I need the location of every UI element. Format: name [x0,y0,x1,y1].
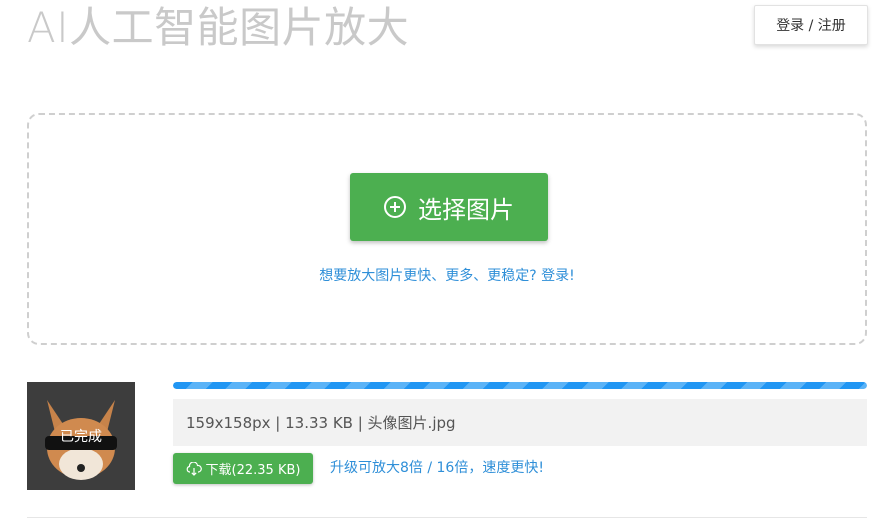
download-button[interactable]: 下载(22.35 KB) [173,453,313,484]
upgrade-link[interactable]: 升级可放大8倍 / 16倍，速度更快! [330,453,544,484]
file-info: 159x158px | 13.33 KB | 头像图片.jpg [173,399,867,446]
progress-fill [173,382,867,389]
image-thumbnail[interactable]: 已完成 [27,382,135,490]
login-hint-link[interactable]: 想要放大图片更快、更多、更稳定? 登录! [29,265,865,285]
divider [27,517,867,518]
select-image-button[interactable]: 选择图片 [350,173,548,241]
login-register-button[interactable]: 登录 / 注册 [754,5,868,45]
result-item: 已完成 159x158px | 13.33 KB | 头像图片.jpg 下载(2… [27,382,867,492]
upload-dropzone[interactable]: 选择图片 想要放大图片更快、更多、更稳定? 登录! [27,113,867,345]
cloud-download-icon [186,461,202,476]
download-label: 下载(22.35 KB) [205,463,301,478]
plus-circle-icon [384,196,406,218]
status-label: 已完成 [60,429,102,445]
progress-bar [173,382,867,389]
page-title: AI人工智能图片放大 [27,3,410,52]
select-image-label: 选择图片 [418,195,514,224]
